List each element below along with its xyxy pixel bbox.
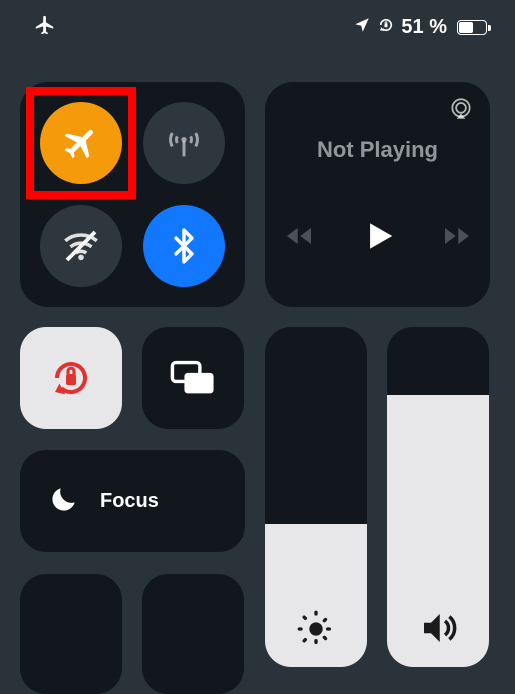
battery-icon (457, 20, 487, 35)
play-button[interactable] (359, 217, 397, 260)
screen-mirroring-icon (169, 358, 217, 398)
next-track-button[interactable] (441, 220, 473, 257)
focus-label: Focus (100, 490, 159, 513)
extra-tile-2[interactable] (142, 574, 244, 694)
screen-mirroring-button[interactable] (142, 327, 244, 429)
moon-icon (48, 483, 80, 520)
airplay-icon[interactable] (448, 96, 474, 127)
bluetooth-toggle[interactable] (143, 205, 225, 287)
wifi-toggle[interactable] (40, 205, 122, 287)
location-icon (353, 16, 371, 40)
focus-button[interactable]: Focus (20, 450, 245, 552)
wifi-off-icon (60, 225, 102, 267)
connectivity-module[interactable] (20, 82, 245, 307)
bluetooth-icon (165, 227, 203, 265)
status-bar: 51 % (0, 0, 515, 55)
media-module[interactable]: Not Playing (265, 82, 490, 307)
sun-icon (296, 609, 336, 649)
airplane-mode-toggle[interactable] (40, 102, 122, 184)
orientation-lock-button[interactable] (20, 327, 122, 429)
volume-slider[interactable] (387, 327, 489, 667)
orientation-lock-icon (47, 354, 95, 402)
speaker-icon (417, 607, 459, 649)
antenna-icon (164, 123, 204, 163)
cellular-data-toggle[interactable] (143, 102, 225, 184)
orientation-lock-status-icon (377, 16, 395, 40)
highlight-box (26, 87, 136, 199)
previous-track-button[interactable] (283, 220, 315, 257)
airplane-mode-status-icon (34, 14, 56, 41)
control-center-grid: Not Playing (20, 82, 495, 600)
extra-tile-1[interactable] (20, 574, 122, 694)
media-title: Not Playing (265, 137, 490, 163)
brightness-slider[interactable] (265, 327, 367, 667)
battery-percentage: 51 % (401, 16, 447, 39)
